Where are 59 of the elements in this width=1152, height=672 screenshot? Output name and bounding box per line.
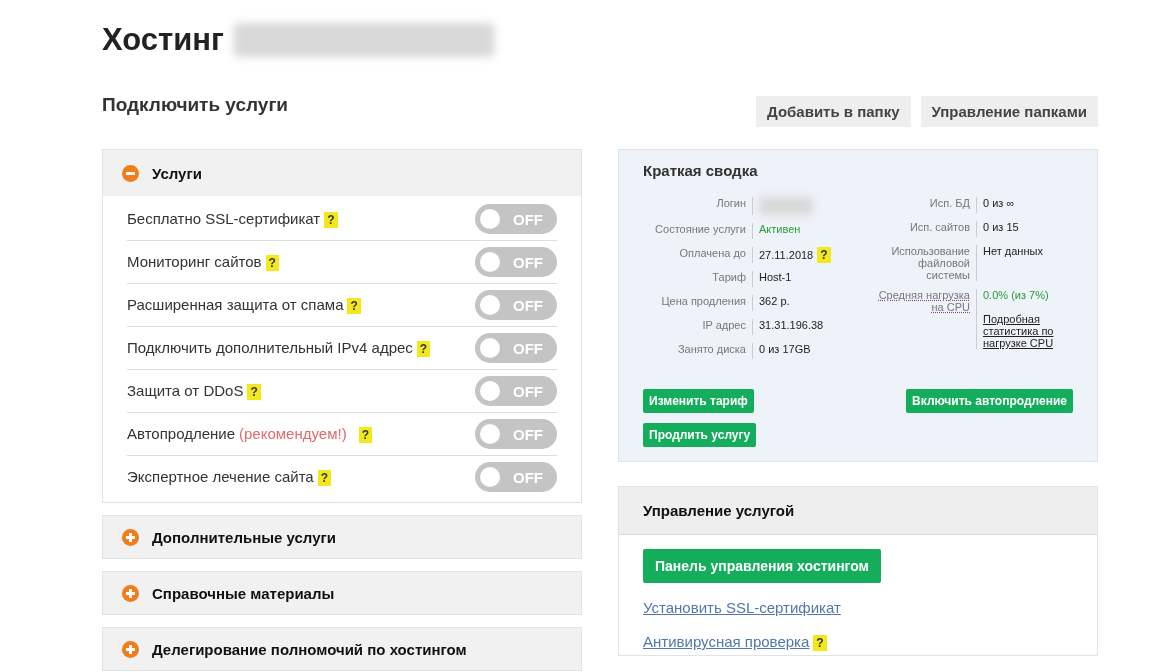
accordion-header[interactable]: Справочные материалы <box>103 572 581 614</box>
help-badge[interactable]: ? <box>813 635 827 651</box>
help-badge[interactable]: ? <box>416 341 431 357</box>
field-value: 27.11.2018 ? <box>753 247 831 263</box>
accordion-title: Дополнительные услуги <box>152 528 336 546</box>
service-link[interactable]: Антивирусная проверка <box>643 633 810 650</box>
field-label: Занято диска <box>643 343 753 359</box>
help-badge[interactable]: ? <box>347 298 361 314</box>
minus-circle-icon[interactable] <box>122 164 139 182</box>
section-title: Подключить услуги <box>102 93 288 116</box>
field-value: 31.31.196.38 <box>758 319 825 333</box>
field-value: 362 р. <box>758 295 791 309</box>
accordion-title: Справочные материалы <box>152 584 335 602</box>
field-label: Состояние услуги <box>643 223 753 239</box>
help-badge[interactable]: ? <box>324 212 338 228</box>
help-badge[interactable]: ? <box>265 255 279 271</box>
field-label: Исп. БД <box>877 197 977 213</box>
field-label: IP адрес <box>643 319 753 335</box>
field-value: 0 из ∞ <box>982 197 1016 211</box>
field-label: Цена продления <box>643 295 753 311</box>
panel-title: Краткая сводка <box>643 162 759 179</box>
service-label: Мониторинг сайтов ? <box>127 253 279 271</box>
service-label: Бесплатно SSL-сертификат ? <box>127 210 338 228</box>
panel-title: Управление услугой <box>619 487 1097 535</box>
help-badge[interactable]: ? <box>317 470 332 486</box>
folder-button[interactable]: Управление папками <box>920 96 1098 127</box>
plus-circle-icon[interactable] <box>122 640 139 658</box>
plus-circle-icon[interactable] <box>122 584 139 602</box>
field-value: Нет данных <box>982 245 1044 259</box>
field-label: Логин <box>643 197 753 215</box>
accordion-header[interactable]: Услуги <box>103 150 581 196</box>
help-badge[interactable]: ? <box>247 384 261 400</box>
service-label: Экспертное лечение сайта ? <box>127 468 332 486</box>
field-value: 0.0% (из 7%) <box>983 289 1050 301</box>
plus-circle-icon[interactable] <box>122 528 139 546</box>
statistics-link[interactable]: Подробная статистика по нагрузке CPU <box>983 313 1073 349</box>
service-label: Защита от DDoS ? <box>127 382 261 400</box>
service-label: Подключить дополнительный IPv4 адрес ? <box>127 339 431 357</box>
help-badge[interactable]: ? <box>817 247 831 263</box>
field-label: Тариф <box>643 271 753 287</box>
service-label: Расширенная защита от спама ? <box>127 296 361 314</box>
field-label: Исп. сайтов <box>877 221 977 237</box>
accordion-header[interactable]: Дополнительные услуги <box>103 516 581 558</box>
service-link[interactable]: Установить SSL-сертификат <box>643 599 841 616</box>
field-label: Оплачена до <box>643 247 753 263</box>
redacted-value <box>759 197 813 215</box>
field-value: 0 из 15 <box>982 221 1020 235</box>
accordion-title: Делегирование полномочий по хостингом <box>152 640 467 658</box>
service-label: Автопродление (рекомендуем!) ? <box>127 425 372 443</box>
field-value: Host-1 <box>758 271 793 285</box>
help-badge[interactable]: ? <box>358 427 372 443</box>
accordion-title: Услуги <box>152 164 202 182</box>
accordion-header[interactable]: Делегирование полномочий по хостингом <box>103 628 581 670</box>
field-value: Активен <box>758 223 802 237</box>
field-value: 0 из 17GB <box>758 343 812 357</box>
page-title: Хостинг <box>102 22 224 58</box>
field-label: Использование файловой системы <box>877 245 977 281</box>
folder-button[interactable]: Добавить в папку <box>756 96 911 127</box>
field-label: Средняя нагрузка на CPU <box>878 289 970 313</box>
